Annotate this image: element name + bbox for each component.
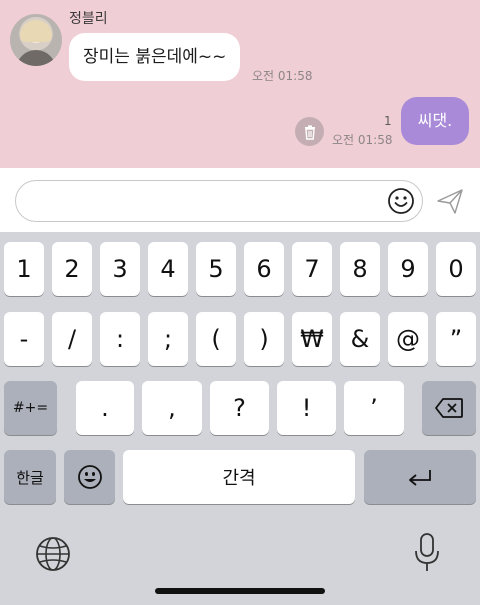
incoming-message-time: 오전 01:58: [252, 69, 313, 83]
chat-area: 정블리 장미는 붉은데에~~ 오전 01:58 1 오전 01:58 씨댓.: [0, 0, 480, 168]
key-0[interactable]: 0: [436, 242, 476, 296]
incoming-message-bubble[interactable]: 장미는 붉은데에~~: [69, 33, 241, 81]
return-icon: [409, 470, 431, 486]
emoji-button[interactable]: [386, 186, 416, 216]
unread-count: 1: [384, 114, 392, 128]
message-input-bar: [0, 168, 480, 232]
emoji-keyboard-key[interactable]: [64, 450, 115, 504]
avatar-body: [16, 50, 56, 66]
key-more-symbols[interactable]: #+=: [4, 381, 57, 435]
key-2[interactable]: 2: [52, 242, 92, 296]
key-7[interactable]: 7: [292, 242, 332, 296]
key-quote[interactable]: ”: [436, 312, 476, 366]
delete-message-button[interactable]: [295, 117, 324, 146]
home-indicator[interactable]: [155, 588, 325, 594]
globe-button[interactable]: [34, 535, 72, 573]
smiley-icon: [388, 188, 414, 214]
key-semicolon[interactable]: ;: [148, 312, 188, 366]
key-hyphen[interactable]: -: [4, 312, 44, 366]
key-5[interactable]: 5: [196, 242, 236, 296]
key-language-hangul[interactable]: 한글: [4, 450, 56, 504]
send-button[interactable]: [435, 186, 465, 216]
space-key[interactable]: 간격: [123, 450, 355, 504]
key-close-paren[interactable]: ): [244, 312, 284, 366]
key-won[interactable]: ₩: [292, 312, 332, 366]
key-at[interactable]: @: [388, 312, 428, 366]
outgoing-message-bubble[interactable]: 씨댓.: [401, 97, 469, 145]
key-apostrophe[interactable]: ’: [344, 381, 404, 435]
key-question[interactable]: ?: [210, 381, 269, 435]
sender-name: 정블리: [69, 11, 108, 27]
key-exclamation[interactable]: !: [277, 381, 336, 435]
key-colon[interactable]: :: [100, 312, 140, 366]
return-key[interactable]: [364, 450, 476, 504]
outgoing-message-time: 오전 01:58: [332, 133, 393, 147]
dictation-button[interactable]: [412, 532, 442, 574]
key-1[interactable]: 1: [4, 242, 44, 296]
avatar-hair: [20, 20, 52, 42]
microphone-icon: [415, 533, 439, 571]
key-open-paren[interactable]: (: [196, 312, 236, 366]
key-6[interactable]: 6: [244, 242, 284, 296]
backspace-icon: [435, 398, 463, 418]
trash-icon: [304, 124, 315, 140]
key-9[interactable]: 9: [388, 242, 428, 296]
emoji-icon: [77, 465, 102, 489]
key-comma[interactable]: ,: [142, 381, 202, 435]
delete-key[interactable]: [422, 381, 476, 435]
paper-plane-icon: [437, 189, 463, 214]
key-slash[interactable]: /: [52, 312, 92, 366]
avatar[interactable]: [10, 14, 62, 66]
key-period[interactable]: .: [76, 381, 134, 435]
key-8[interactable]: 8: [340, 242, 380, 296]
key-3[interactable]: 3: [100, 242, 140, 296]
message-input[interactable]: [15, 180, 423, 222]
key-4[interactable]: 4: [148, 242, 188, 296]
globe-icon: [36, 537, 70, 571]
key-ampersand[interactable]: &: [340, 312, 380, 366]
